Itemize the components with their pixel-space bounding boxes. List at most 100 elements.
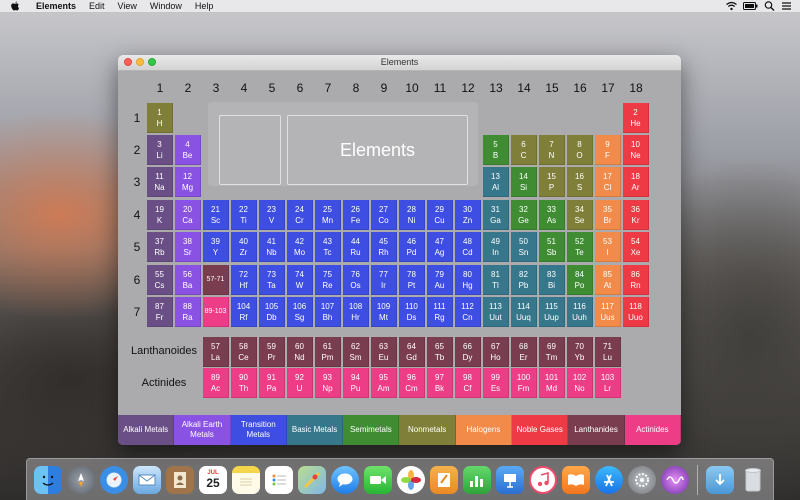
launchpad-icon[interactable] xyxy=(67,465,95,494)
element-cell[interactable]: 33 As xyxy=(539,200,565,230)
legend-alkali[interactable]: Alkali Metals xyxy=(118,415,175,445)
element-cell[interactable]: 60 Nd xyxy=(287,337,313,367)
element-cell[interactable]: 63 Eu xyxy=(371,337,397,367)
pages-icon[interactable] xyxy=(430,465,458,494)
element-cell[interactable]: 79 Au xyxy=(427,265,453,295)
element-cell[interactable]: 80 Hg xyxy=(455,265,481,295)
photos-icon[interactable] xyxy=(397,465,425,494)
element-cell[interactable]: 102 No xyxy=(567,368,593,398)
element-cell[interactable]: 69 Tm xyxy=(539,337,565,367)
element-cell[interactable]: 104 Rf xyxy=(231,297,257,327)
element-cell[interactable]: 45 Rh xyxy=(371,232,397,262)
element-cell[interactable]: 61 Pm xyxy=(315,337,341,367)
element-cell[interactable]: 22 Ti xyxy=(231,200,257,230)
element-cell[interactable]: 97 Bk xyxy=(427,368,453,398)
element-cell[interactable]: 66 Dy xyxy=(455,337,481,367)
series-reference-cell[interactable]: 89-103 xyxy=(203,297,229,327)
element-cell[interactable]: 16 S xyxy=(567,167,593,197)
element-cell[interactable]: 105 Db xyxy=(259,297,285,327)
element-cell[interactable]: 94 Pu xyxy=(343,368,369,398)
element-cell[interactable]: 72 Hf xyxy=(231,265,257,295)
legend-halogen[interactable]: Halogens xyxy=(455,415,513,445)
element-cell[interactable]: 82 Pb xyxy=(511,265,537,295)
siri-icon[interactable] xyxy=(661,465,689,494)
element-cell[interactable]: 15 P xyxy=(539,167,565,197)
element-cell[interactable]: 90 Th xyxy=(231,368,257,398)
legend-nonmetal[interactable]: Nonmetals xyxy=(399,415,456,445)
menu-window[interactable]: Window xyxy=(150,1,182,11)
menu-view[interactable]: View xyxy=(118,1,137,11)
calendar-icon[interactable]: JUL 25 xyxy=(199,465,227,494)
element-cell[interactable]: 93 Np xyxy=(315,368,341,398)
element-cell[interactable]: 110 Ds xyxy=(399,297,425,327)
element-cell[interactable]: 24 Cr xyxy=(287,200,313,230)
element-cell[interactable]: 7N xyxy=(539,135,565,165)
element-cell[interactable]: 25 Mn xyxy=(315,200,341,230)
element-cell[interactable]: 36 Kr xyxy=(623,200,649,230)
element-cell[interactable]: 89 Ac xyxy=(203,368,229,398)
element-cell[interactable]: 70 Yb xyxy=(567,337,593,367)
element-cell[interactable]: 81 Tl xyxy=(483,265,509,295)
legend-noble[interactable]: Noble Gases xyxy=(512,415,569,445)
element-cell[interactable]: 99 Es xyxy=(483,368,509,398)
element-cell[interactable]: 12 Mg xyxy=(175,167,201,197)
element-cell[interactable]: 115 Uup xyxy=(539,297,565,327)
maps-icon[interactable] xyxy=(298,465,326,494)
element-cell[interactable]: 4 Be xyxy=(175,135,201,165)
element-cell[interactable]: 111 Rg xyxy=(427,297,453,327)
element-cell[interactable]: 57 La xyxy=(203,337,229,367)
apple-icon[interactable] xyxy=(10,1,20,11)
element-cell[interactable]: 65 Tb xyxy=(427,337,453,367)
keynote-icon[interactable] xyxy=(496,465,524,494)
element-cell[interactable]: 62 Sm xyxy=(343,337,369,367)
menu-help[interactable]: Help xyxy=(195,1,214,11)
notes-icon[interactable] xyxy=(232,465,260,494)
element-cell[interactable]: 42 Mo xyxy=(287,232,313,262)
element-cell[interactable]: 14 Si xyxy=(511,167,537,197)
contacts-icon[interactable] xyxy=(166,465,194,494)
element-cell[interactable]: 58 Ce xyxy=(231,337,257,367)
element-cell[interactable]: 30 Zn xyxy=(455,200,481,230)
element-cell[interactable]: 112 Cn xyxy=(455,297,481,327)
element-cell[interactable]: 3 Li xyxy=(147,135,173,165)
legend-basic[interactable]: Basic Metals xyxy=(286,415,344,445)
facetime-icon[interactable] xyxy=(364,465,392,494)
legend-lanth[interactable]: Lanthanides xyxy=(568,415,625,445)
element-cell[interactable]: 10 Ne xyxy=(623,135,649,165)
element-cell[interactable]: 103 Lr xyxy=(595,368,621,398)
element-cell[interactable]: 84 Po xyxy=(567,265,593,295)
element-cell[interactable]: 56 Ba xyxy=(175,265,201,295)
element-cell[interactable]: 78 Pt xyxy=(399,265,425,295)
element-cell[interactable]: 71 Lu xyxy=(595,337,621,367)
element-cell[interactable]: 118 Uuo xyxy=(623,297,649,327)
series-reference-cell[interactable]: 57-71 xyxy=(203,265,229,295)
element-cell[interactable]: 18 Ar xyxy=(623,167,649,197)
element-cell[interactable]: 43 Tc xyxy=(315,232,341,262)
element-cell[interactable]: 92 U xyxy=(287,368,313,398)
numbers-icon[interactable] xyxy=(463,465,491,494)
element-cell[interactable]: 68 Er xyxy=(511,337,537,367)
ibooks-icon[interactable] xyxy=(562,465,590,494)
reminders-icon[interactable] xyxy=(265,465,293,494)
element-cell[interactable]: 9F xyxy=(595,135,621,165)
search-icon[interactable] xyxy=(764,1,775,11)
element-cell[interactable]: 96 Cm xyxy=(399,368,425,398)
menu-app-name[interactable]: Elements xyxy=(36,1,76,11)
safari-icon[interactable] xyxy=(100,465,128,494)
itunes-icon[interactable] xyxy=(529,465,557,494)
element-cell[interactable]: 38 Sr xyxy=(175,232,201,262)
element-cell[interactable]: 95 Am xyxy=(371,368,397,398)
element-cell[interactable]: 23 V xyxy=(259,200,285,230)
element-cell[interactable]: 2 He xyxy=(623,103,649,133)
element-cell[interactable]: 40 Zr xyxy=(231,232,257,262)
element-cell[interactable]: 109 Mt xyxy=(371,297,397,327)
legend-alkaline[interactable]: Alkali Earth Metals xyxy=(174,415,231,445)
element-cell[interactable]: 51 Sb xyxy=(539,232,565,262)
element-cell[interactable]: 21 Sc xyxy=(203,200,229,230)
element-cell[interactable]: 49 In xyxy=(483,232,509,262)
legend-semi[interactable]: Semimetals xyxy=(343,415,400,445)
element-cell[interactable]: 86 Rn xyxy=(623,265,649,295)
element-cell[interactable]: 35 Br xyxy=(595,200,621,230)
legend-actin[interactable]: Actinides xyxy=(624,415,681,445)
element-cell[interactable]: 85 At xyxy=(595,265,621,295)
